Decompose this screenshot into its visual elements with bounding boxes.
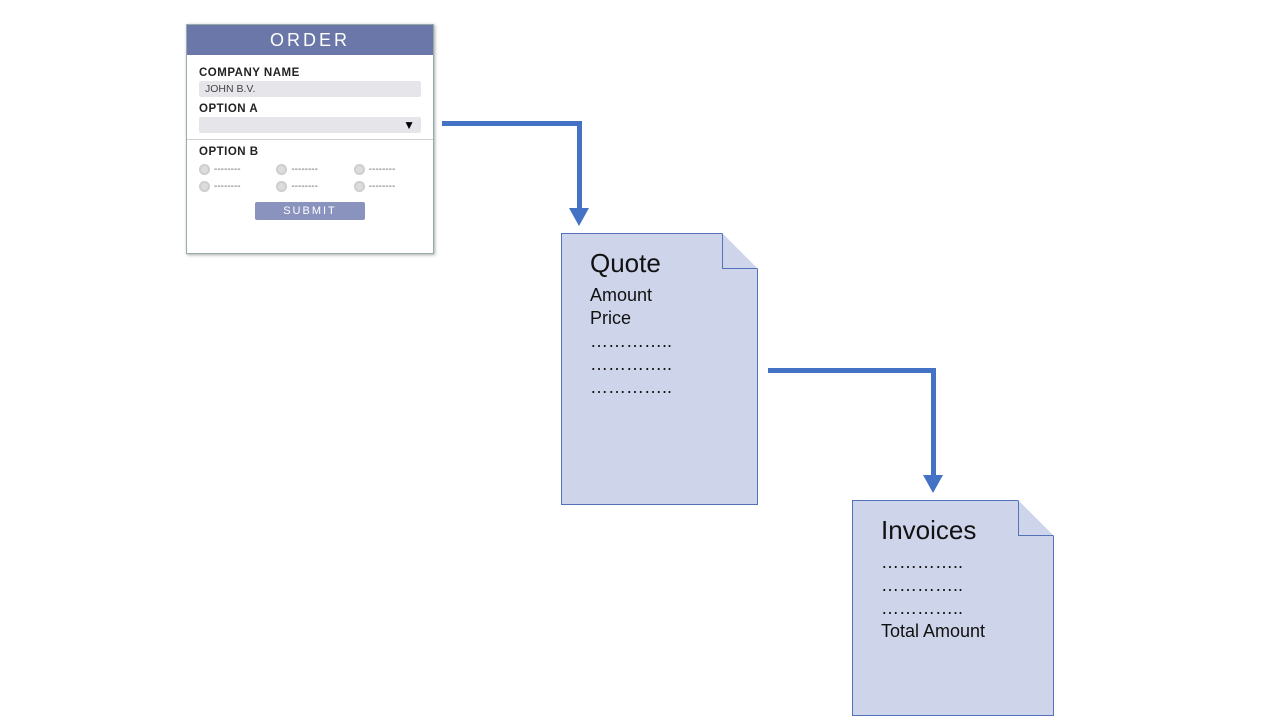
quote-line-amount: Amount	[590, 285, 757, 306]
quote-document: Quote Amount Price ………….. ………….. …………..	[561, 233, 758, 505]
option-b-radio[interactable]: --------	[276, 164, 343, 175]
option-b-radio[interactable]: --------	[354, 164, 421, 175]
chevron-down-icon: ▼	[403, 118, 415, 132]
option-b-label: OPTION B	[199, 146, 421, 158]
radio-icon	[199, 164, 210, 175]
quote-line-placeholder: …………..	[590, 377, 757, 398]
quote-line-placeholder: …………..	[590, 331, 757, 352]
quote-line-placeholder: …………..	[590, 354, 757, 375]
option-b-radio[interactable]: --------	[276, 181, 343, 192]
radio-icon	[354, 181, 365, 192]
option-b-radio[interactable]: --------	[354, 181, 421, 192]
radio-icon	[199, 181, 210, 192]
company-name-label: COMPANY NAME	[199, 67, 421, 79]
option-b-radio[interactable]: --------	[199, 164, 266, 175]
radio-icon	[276, 181, 287, 192]
order-form-body: COMPANY NAME JOHN B.V. OPTION A ▼ OPTION…	[187, 55, 433, 230]
radio-icon	[276, 164, 287, 175]
invoices-line-placeholder: …………..	[881, 552, 1053, 573]
option-b-radio-group: -------- -------- -------- -------- ----…	[199, 164, 421, 192]
quote-line-price: Price	[590, 308, 757, 329]
order-form-card: ORDER COMPANY NAME JOHN B.V. OPTION A ▼ …	[186, 24, 434, 254]
invoices-document: Invoices ………….. ………….. ………….. Total Amou…	[852, 500, 1054, 716]
invoices-line-placeholder: …………..	[881, 598, 1053, 619]
diagram-canvas: ORDER COMPANY NAME JOHN B.V. OPTION A ▼ …	[0, 0, 1280, 720]
radio-icon	[354, 164, 365, 175]
invoices-title: Invoices	[881, 515, 1053, 546]
order-form-header: ORDER	[187, 25, 433, 55]
invoices-line-total: Total Amount	[881, 621, 1053, 642]
divider	[187, 139, 433, 140]
option-a-label: OPTION A	[199, 103, 421, 115]
option-a-select[interactable]: ▼	[199, 117, 421, 133]
submit-button[interactable]: SUBMIT	[255, 202, 365, 220]
option-b-radio[interactable]: --------	[199, 181, 266, 192]
quote-title: Quote	[590, 248, 757, 279]
invoices-line-placeholder: …………..	[881, 575, 1053, 596]
company-name-input[interactable]: JOHN B.V.	[199, 81, 421, 97]
